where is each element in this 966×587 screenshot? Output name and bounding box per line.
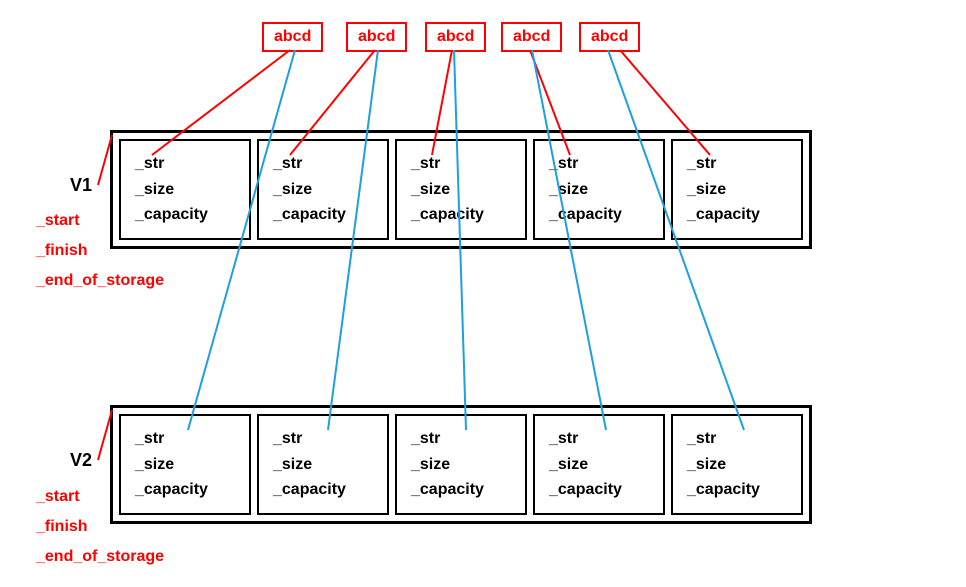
cell-capacity: _capacity bbox=[135, 477, 235, 503]
v1-eos-label: _end_of_storage bbox=[36, 272, 164, 290]
cell-size: _size bbox=[273, 452, 373, 478]
cell-size: _size bbox=[549, 177, 649, 203]
cell-str: _str bbox=[411, 151, 511, 177]
cell-size: _size bbox=[135, 177, 235, 203]
v2-label: V2 bbox=[70, 450, 92, 471]
cell-capacity: _capacity bbox=[549, 202, 649, 228]
v2-start-label: _start bbox=[36, 488, 80, 506]
abcd-box-1: abcd bbox=[346, 22, 407, 52]
cell-str: _str bbox=[549, 426, 649, 452]
v2-cell-4: _str _size _capacity bbox=[671, 414, 803, 515]
cell-size: _size bbox=[411, 177, 511, 203]
v1-start-label: _start bbox=[36, 212, 80, 230]
v2-finish-label: _finish bbox=[36, 518, 88, 536]
v1-cell-4: _str _size _capacity bbox=[671, 139, 803, 240]
cell-size: _size bbox=[273, 177, 373, 203]
cell-capacity: _capacity bbox=[273, 202, 373, 228]
cell-str: _str bbox=[549, 151, 649, 177]
v1-label: V1 bbox=[70, 175, 92, 196]
cell-size: _size bbox=[135, 452, 235, 478]
cell-size: _size bbox=[687, 452, 787, 478]
v1-cell-2: _str _size _capacity bbox=[395, 139, 527, 240]
abcd-box-0: abcd bbox=[262, 22, 323, 52]
v2-eos-label: _end_of_storage bbox=[36, 548, 164, 566]
cell-str: _str bbox=[687, 151, 787, 177]
v2-container: _str _size _capacity _str _size _capacit… bbox=[110, 405, 812, 524]
v1-cell-0: _str _size _capacity bbox=[119, 139, 251, 240]
v2-cell-3: _str _size _capacity bbox=[533, 414, 665, 515]
v2-cell-0: _str _size _capacity bbox=[119, 414, 251, 515]
cell-capacity: _capacity bbox=[411, 477, 511, 503]
cell-str: _str bbox=[273, 426, 373, 452]
v2-cell-1: _str _size _capacity bbox=[257, 414, 389, 515]
abcd-box-2: abcd bbox=[425, 22, 486, 52]
v1-cell-1: _str _size _capacity bbox=[257, 139, 389, 240]
cell-capacity: _capacity bbox=[411, 202, 511, 228]
cell-capacity: _capacity bbox=[273, 477, 373, 503]
cell-str: _str bbox=[411, 426, 511, 452]
v2-cell-2: _str _size _capacity bbox=[395, 414, 527, 515]
v1-container: _str _size _capacity _str _size _capacit… bbox=[110, 130, 812, 249]
cell-str: _str bbox=[135, 151, 235, 177]
cell-size: _size bbox=[687, 177, 787, 203]
cell-str: _str bbox=[687, 426, 787, 452]
cell-capacity: _capacity bbox=[135, 202, 235, 228]
cell-size: _size bbox=[411, 452, 511, 478]
cell-capacity: _capacity bbox=[687, 477, 787, 503]
cell-capacity: _capacity bbox=[549, 477, 649, 503]
v1-finish-label: _finish bbox=[36, 242, 88, 260]
cell-str: _str bbox=[135, 426, 235, 452]
abcd-box-3: abcd bbox=[501, 22, 562, 52]
cell-capacity: _capacity bbox=[687, 202, 787, 228]
cell-str: _str bbox=[273, 151, 373, 177]
cell-size: _size bbox=[549, 452, 649, 478]
v1-cell-3: _str _size _capacity bbox=[533, 139, 665, 240]
abcd-box-4: abcd bbox=[579, 22, 640, 52]
